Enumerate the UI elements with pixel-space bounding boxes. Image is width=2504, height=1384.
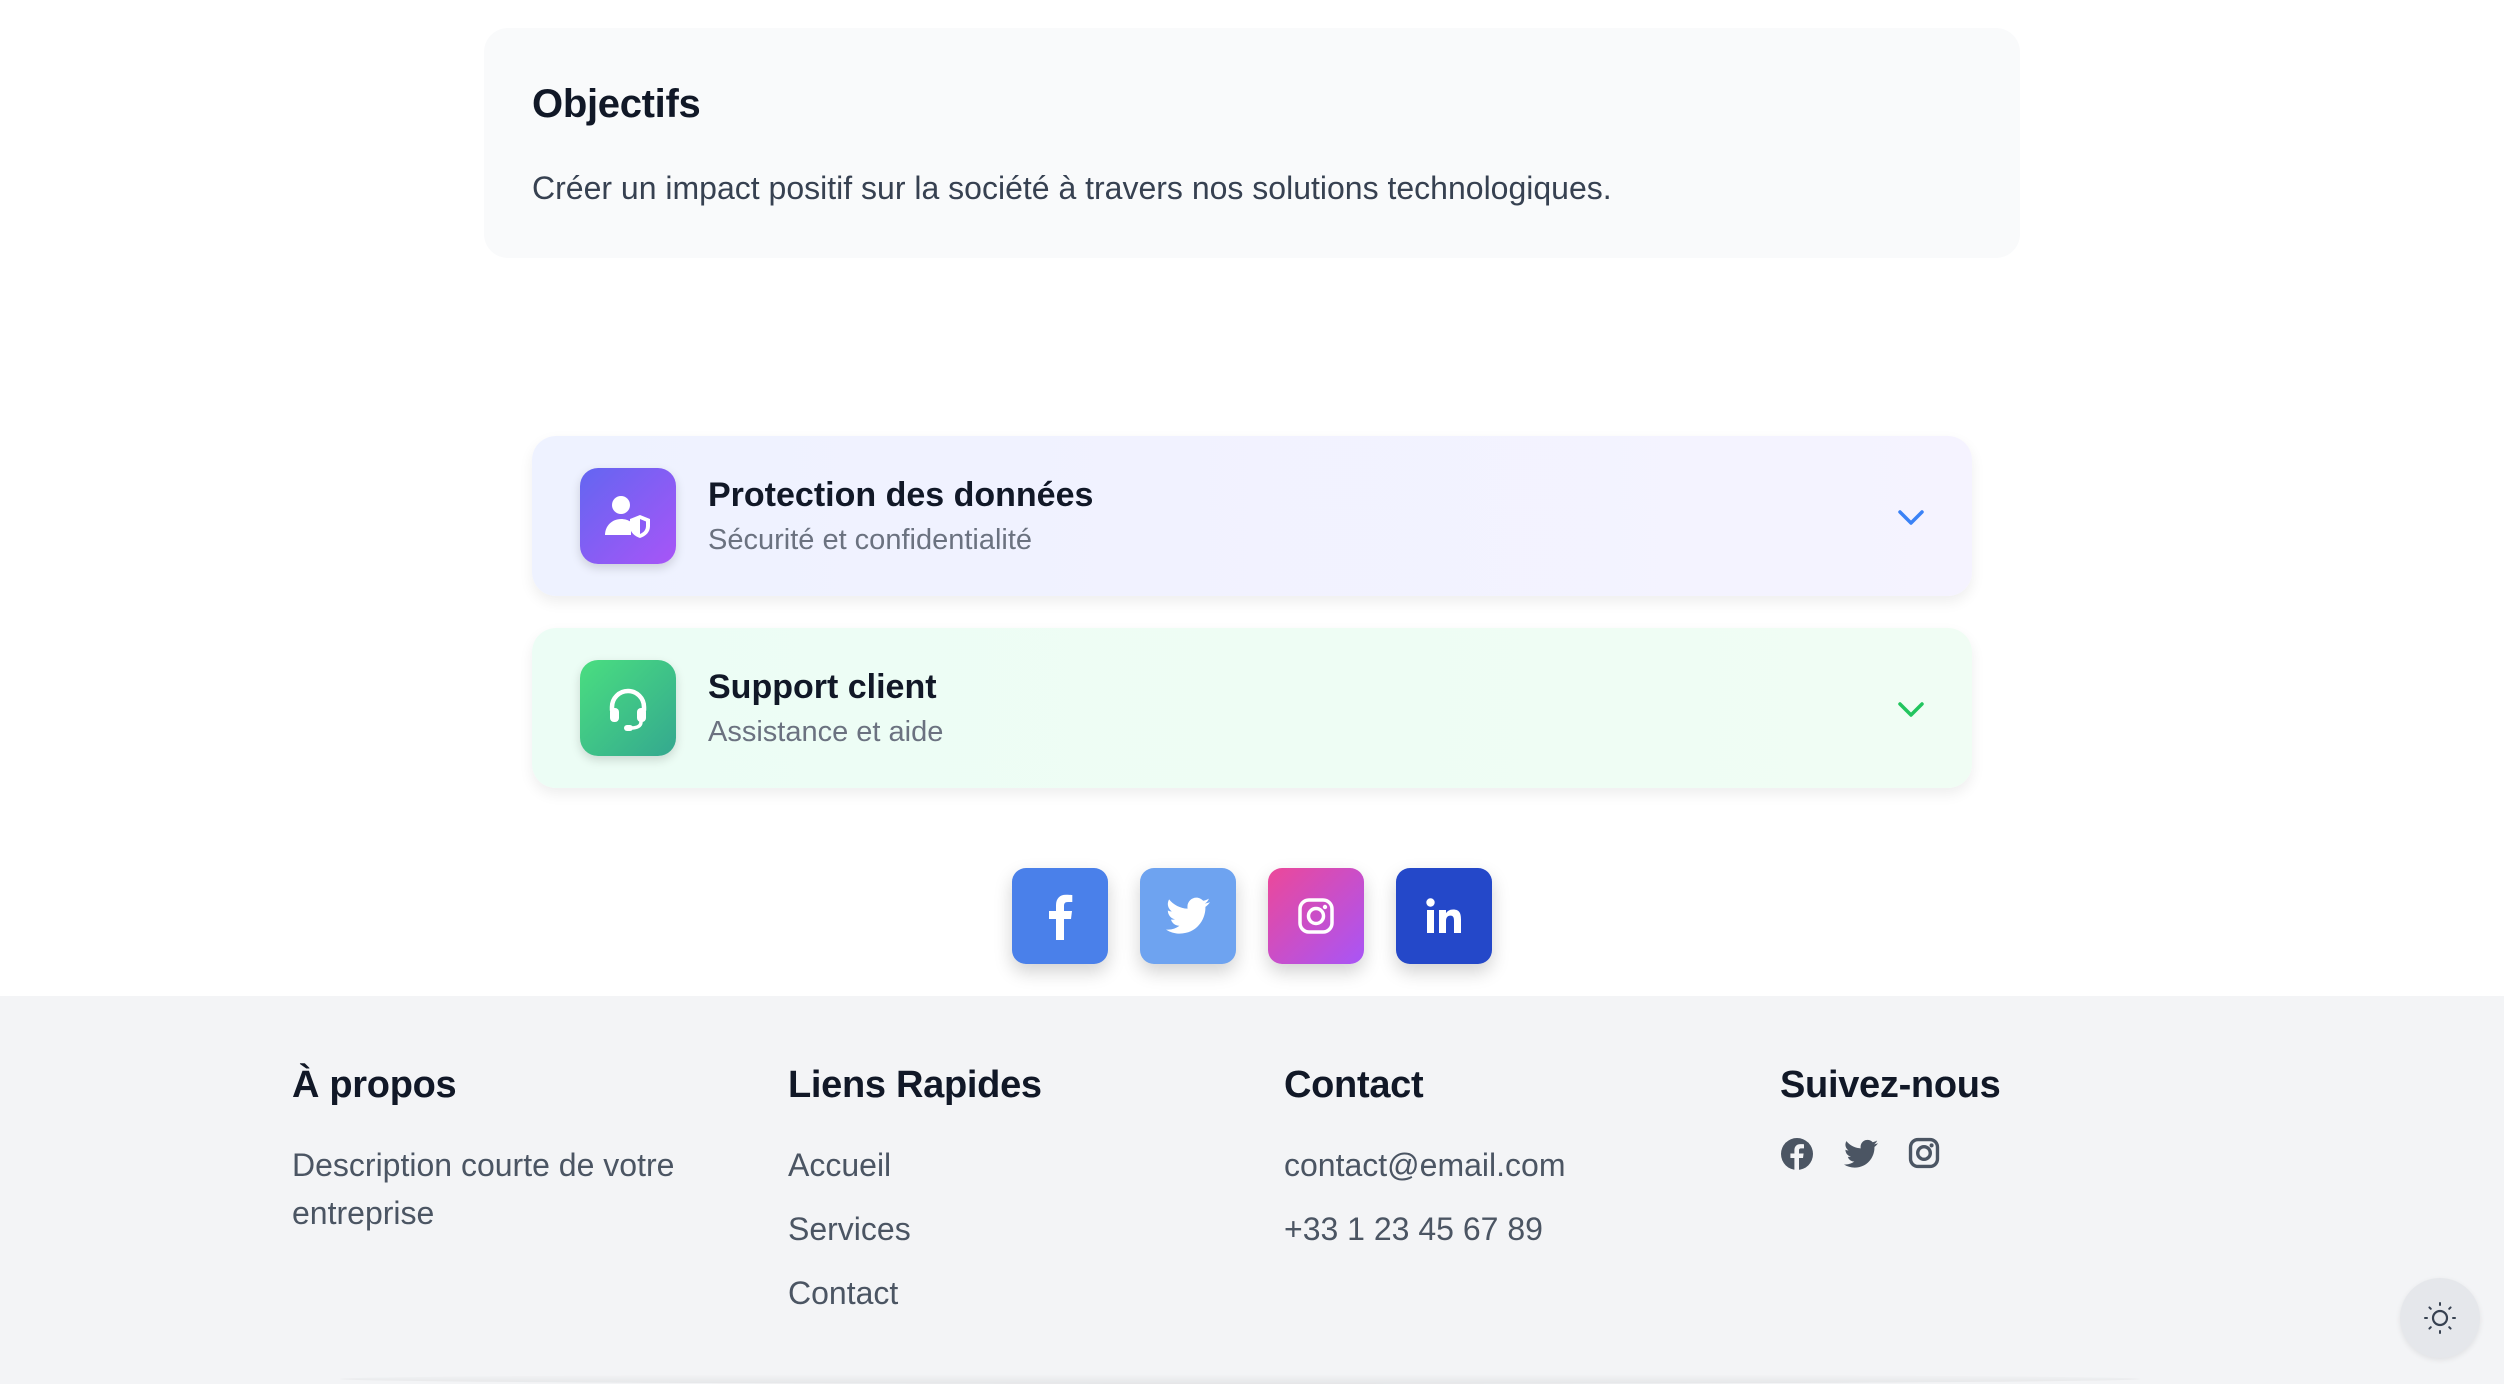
footer-link-services[interactable]: Services bbox=[788, 1205, 1042, 1253]
footer-link-contact[interactable]: Contact bbox=[788, 1269, 1042, 1317]
facebook-icon bbox=[1049, 894, 1073, 940]
footer-links-title: Liens Rapides bbox=[788, 1064, 1042, 1106]
footer-email[interactable]: contact@email.com bbox=[1284, 1141, 1565, 1189]
accordion-subtitle: Sécurité et confidentialité bbox=[708, 524, 1033, 556]
linkedin-icon bbox=[1426, 898, 1461, 933]
theme-toggle-button[interactable] bbox=[2400, 1278, 2480, 1358]
footer-about-title: À propos bbox=[292, 1064, 457, 1106]
chevron-down-icon[interactable] bbox=[1894, 500, 1928, 534]
footer-follow: Suivez-nous bbox=[1780, 1064, 2001, 1171]
facebook-icon[interactable] bbox=[1780, 1137, 1814, 1171]
objectives-card: Objectifs Créer un impact positif sur la… bbox=[484, 28, 2020, 258]
twitter-button[interactable] bbox=[1140, 868, 1236, 964]
twitter-icon[interactable] bbox=[1844, 1137, 1878, 1171]
footer-links: Liens Rapides Accueil Services Contact bbox=[788, 1064, 1042, 1333]
headset-icon bbox=[580, 660, 676, 756]
objectives-title: Objectifs bbox=[532, 82, 701, 126]
sun-icon bbox=[2424, 1302, 2456, 1334]
twitter-icon bbox=[1166, 897, 1210, 934]
footer-about: À propos Description courte de votre ent… bbox=[292, 1064, 732, 1237]
footer-link-accueil[interactable]: Accueil bbox=[788, 1141, 1042, 1189]
accordion-data-protection[interactable]: Protection des données Sécurité et confi… bbox=[532, 436, 1972, 596]
facebook-button[interactable] bbox=[1012, 868, 1108, 964]
accordion-title: Support client bbox=[708, 668, 937, 706]
site-footer: À propos Description courte de votre ent… bbox=[0, 996, 2504, 1384]
user-shield-icon bbox=[580, 468, 676, 564]
accordion-subtitle: Assistance et aide bbox=[708, 716, 944, 748]
footer-phone[interactable]: +33 1 23 45 67 89 bbox=[1284, 1205, 1565, 1253]
chevron-down-icon[interactable] bbox=[1894, 692, 1928, 726]
footer-about-text: Description courte de votre entreprise bbox=[292, 1147, 675, 1231]
instagram-icon bbox=[1298, 898, 1334, 934]
objectives-text: Créer un impact positif sur la société à… bbox=[532, 170, 1612, 206]
footer-contact-title: Contact bbox=[1284, 1064, 1424, 1106]
accordion-support[interactable]: Support client Assistance et aide bbox=[532, 628, 1972, 788]
bottom-shadow bbox=[340, 1374, 2140, 1384]
footer-follow-title: Suivez-nous bbox=[1780, 1064, 2001, 1106]
footer-contact: Contact contact@email.com +33 1 23 45 67… bbox=[1284, 1064, 1565, 1269]
accordion-title: Protection des données bbox=[708, 476, 1094, 514]
instagram-button[interactable] bbox=[1268, 868, 1364, 964]
linkedin-button[interactable] bbox=[1396, 868, 1492, 964]
instagram-icon[interactable] bbox=[1908, 1137, 1942, 1171]
